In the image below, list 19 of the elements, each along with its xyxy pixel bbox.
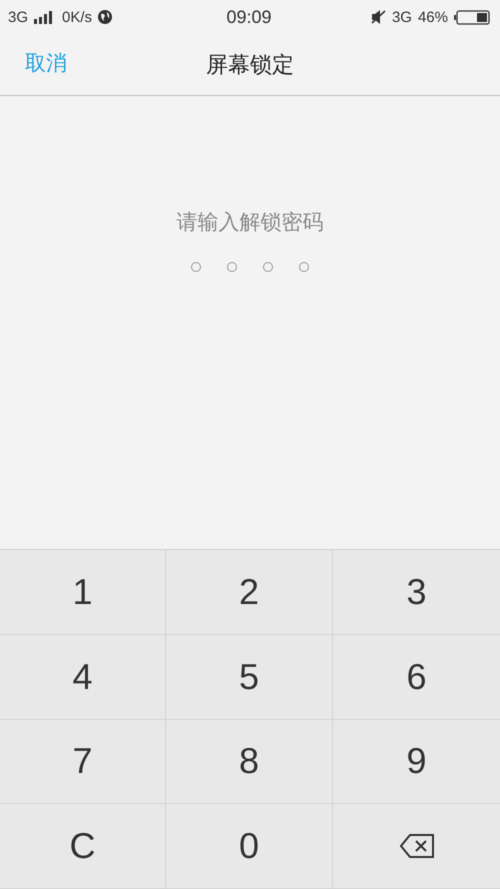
keypad-key[interactable]: 5 [166, 634, 333, 720]
muted-speaker-icon [370, 10, 386, 24]
network-type: 3G [8, 8, 28, 26]
backspace-icon [400, 834, 434, 858]
network-speed: 0K/s [62, 8, 92, 26]
battery-icon [454, 10, 490, 24]
network-type: 3G [392, 8, 412, 26]
keypad-key[interactable]: 0 [166, 804, 333, 889]
keypad-key[interactable]: 4 [0, 634, 166, 720]
keypad-key[interactable]: 8 [166, 720, 333, 804]
keypad-key[interactable]: 7 [0, 720, 166, 804]
globe-icon [98, 10, 112, 24]
screen-title: 屏幕锁定 [206, 52, 294, 80]
clock: 09:09 [226, 6, 272, 28]
password-prompt: 请输入解锁密码 [176, 209, 324, 236]
keypad-key[interactable]: 2 [166, 550, 333, 635]
keypad-key[interactable]: 1 [0, 550, 166, 635]
battery-percent: 46% [418, 8, 448, 26]
keypad-key[interactable]: C [0, 804, 166, 889]
